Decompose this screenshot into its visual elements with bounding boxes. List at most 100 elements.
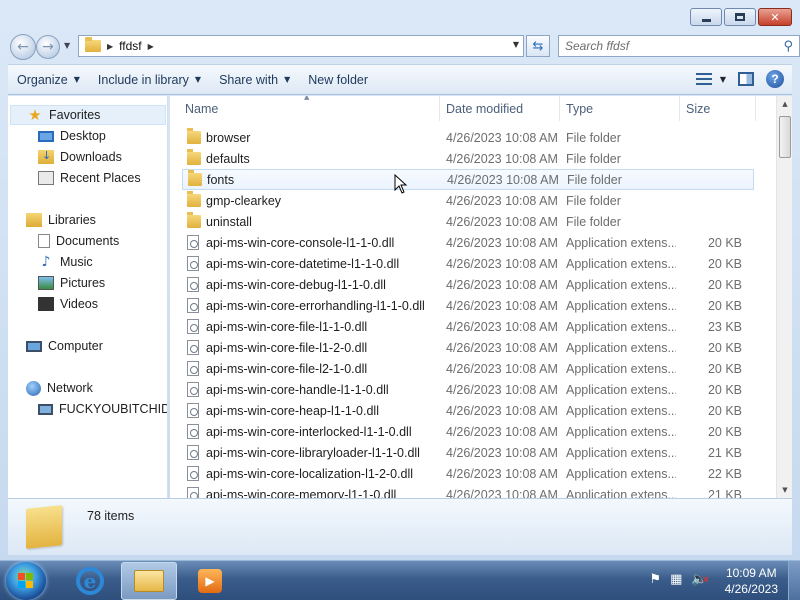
file-row[interactable]: fonts 4/26/2023 10:08 AM File folder — [182, 169, 754, 190]
file-row[interactable]: api-ms-win-core-handle-l1-1-0.dll 4/26/20… — [182, 379, 754, 400]
libraries-icon — [26, 213, 42, 227]
network-icon — [26, 380, 41, 396]
file-date-modified: 4/26/2023 10:08 AM — [446, 235, 558, 250]
breadcrumb-separator-icon[interactable]: ▶ — [107, 42, 113, 51]
help-icon[interactable]: ? — [766, 70, 784, 88]
nav-libraries[interactable]: Libraries — [26, 210, 96, 230]
breadcrumb-separator-icon[interactable]: ▶ — [148, 42, 154, 51]
nav-videos[interactable]: Videos — [38, 294, 98, 314]
action-center-flag-icon[interactable]: ⚑ — [649, 572, 661, 587]
system-clock[interactable]: 10:09 AM 4/26/2023 — [725, 565, 778, 597]
nav-pictures[interactable]: Pictures — [38, 273, 105, 293]
file-row[interactable]: api-ms-win-core-memory-l1-1-0.dll 4/26/20… — [182, 484, 754, 498]
file-size: 20 KB — [707, 298, 742, 313]
dll-file-icon — [187, 382, 199, 397]
file-size: 20 KB — [707, 361, 742, 376]
file-row[interactable]: api-ms-win-core-console-l1-1-0.dll 4/26/2… — [182, 232, 754, 253]
nav-downloads[interactable]: Downloads — [38, 147, 122, 167]
file-row[interactable]: api-ms-win-core-interlocked-l1-1-0.dll 4/… — [182, 421, 754, 442]
file-row[interactable]: api-ms-win-core-file-l1-2-0.dll 4/26/2023… — [182, 337, 754, 358]
file-row[interactable]: gmp-clearkey 4/26/2023 10:08 AM File folde… — [182, 190, 754, 211]
column-header-label: Type — [566, 101, 594, 116]
search-icon[interactable]: ⚲ — [783, 39, 793, 54]
nav-favorites[interactable]: ★ Favorites — [10, 105, 166, 125]
file-row[interactable]: api-ms-win-core-datetime-l1-1-0.dll 4/26/… — [182, 253, 754, 274]
minimize-button[interactable] — [690, 8, 722, 26]
share-with-button[interactable]: Share with ▼ — [210, 65, 299, 94]
windows-explorer-icon — [134, 570, 164, 592]
nav-network[interactable]: Network — [26, 378, 93, 398]
address-dropdown-icon[interactable]: ▼ — [513, 40, 519, 49]
taskbar-media-player[interactable]: ▶ — [182, 562, 238, 600]
column-header-label: Name — [185, 101, 219, 116]
column-header-name[interactable]: Name — [170, 96, 440, 121]
file-name: api-ms-win-core-file-l2-1-0.dll — [206, 361, 368, 376]
file-row[interactable]: api-ms-win-core-debug-l1-1-0.dll 4/26/202… — [182, 274, 754, 295]
back-button[interactable]: ← — [10, 34, 36, 60]
star-icon: ★ — [28, 106, 42, 124]
vertical-scrollbar[interactable]: ▲ ▼ — [776, 96, 792, 498]
maximize-button[interactable] — [724, 8, 756, 26]
column-header-size[interactable]: Size — [680, 96, 756, 121]
nav-network-computer[interactable]: FUCKYOUBITCHIDI — [38, 399, 167, 419]
chevron-down-icon[interactable]: ▼ — [720, 75, 726, 84]
file-type: File folder — [566, 193, 621, 208]
file-name: api-ms-win-core-file-l1-2-0.dll — [206, 340, 368, 355]
close-button[interactable]: ✕ — [758, 8, 792, 26]
file-name: api-ms-win-core-console-l1-1-0.dll — [206, 235, 395, 250]
back-arrow-icon: ← — [17, 39, 29, 55]
change-view-button[interactable]: ▼ — [695, 73, 726, 85]
share-with-label: Share with — [219, 72, 279, 87]
file-row[interactable]: api-ms-win-core-errorhandling-l1-1-0.dll… — [182, 295, 754, 316]
volume-muted-icon[interactable]: 🔈✕ — [691, 572, 710, 587]
network-status-icon[interactable]: ▦ — [670, 572, 682, 587]
search-input[interactable] — [559, 36, 769, 56]
file-row[interactable]: api-ms-win-core-libraryloader-l1-1-0.dll… — [182, 442, 754, 463]
file-date-modified: 4/26/2023 10:08 AM — [446, 214, 558, 229]
nav-label: Desktop — [60, 129, 106, 143]
organize-button[interactable]: Organize ▼ — [8, 65, 89, 94]
file-row[interactable]: defaults 4/26/2023 10:08 AM File folder — [182, 148, 754, 169]
taskbar-windows-explorer[interactable] — [121, 562, 177, 600]
file-type: Application extens... — [566, 403, 676, 418]
navigation-pane: ★ Favorites Desktop Downloads Recent Pla… — [8, 96, 168, 498]
file-date-modified: 4/26/2023 10:08 AM — [446, 277, 558, 292]
new-folder-label: New folder — [308, 72, 369, 87]
search-box[interactable]: ⚲ — [558, 35, 800, 57]
file-row[interactable]: api-ms-win-core-heap-l1-1-0.dll 4/26/2023… — [182, 400, 754, 421]
file-row[interactable]: browser 4/26/2023 10:08 AM File folder — [182, 127, 754, 148]
file-date-modified: 4/26/2023 10:08 AM — [446, 403, 558, 418]
nav-music[interactable]: ♪ Music — [38, 252, 93, 272]
file-name: browser — [206, 130, 251, 145]
recent-places-icon — [38, 171, 54, 185]
show-desktop-button[interactable] — [788, 561, 800, 600]
scroll-up-icon[interactable]: ▲ — [777, 96, 793, 112]
forward-button[interactable]: → — [36, 35, 60, 59]
minimize-icon — [701, 18, 711, 22]
scroll-thumb[interactable] — [779, 116, 791, 158]
preview-pane-icon[interactable] — [738, 72, 754, 86]
include-in-library-button[interactable]: Include in library ▼ — [89, 65, 210, 94]
nav-desktop[interactable]: Desktop — [38, 126, 106, 146]
start-button[interactable] — [6, 562, 46, 600]
taskbar-internet-explorer[interactable]: e — [62, 562, 118, 600]
nav-computer[interactable]: Computer — [26, 336, 103, 356]
file-size: 20 KB — [707, 235, 742, 250]
refresh-button[interactable]: ⇆ — [526, 35, 550, 57]
file-row[interactable]: api-ms-win-core-file-l2-1-0.dll 4/26/2023… — [182, 358, 754, 379]
column-header-type[interactable]: Type — [560, 96, 680, 121]
address-bar[interactable]: ▶ ffdsf ▶ ▼ — [78, 35, 524, 57]
scroll-down-icon[interactable]: ▼ — [777, 482, 793, 498]
file-row[interactable]: api-ms-win-core-localization-l1-2-0.dll 4… — [182, 463, 754, 484]
recent-pages-dropdown[interactable]: ▼ — [64, 41, 70, 50]
file-row[interactable]: api-ms-win-core-file-l1-1-0.dll 4/26/2023… — [182, 316, 754, 337]
breadcrumb-item[interactable]: ffdsf — [119, 39, 141, 53]
file-type: File folder — [566, 214, 621, 229]
new-folder-button[interactable]: New folder — [299, 65, 377, 94]
nav-documents[interactable]: Documents — [38, 231, 119, 251]
file-row[interactable]: uninstall 4/26/2023 10:08 AM File folder — [182, 211, 754, 232]
file-name: api-ms-win-core-heap-l1-1-0.dll — [206, 403, 379, 418]
file-size: 21 KB — [707, 487, 742, 499]
nav-recent-places[interactable]: Recent Places — [38, 168, 141, 188]
column-header-date-modified[interactable]: Date modified — [440, 96, 560, 121]
